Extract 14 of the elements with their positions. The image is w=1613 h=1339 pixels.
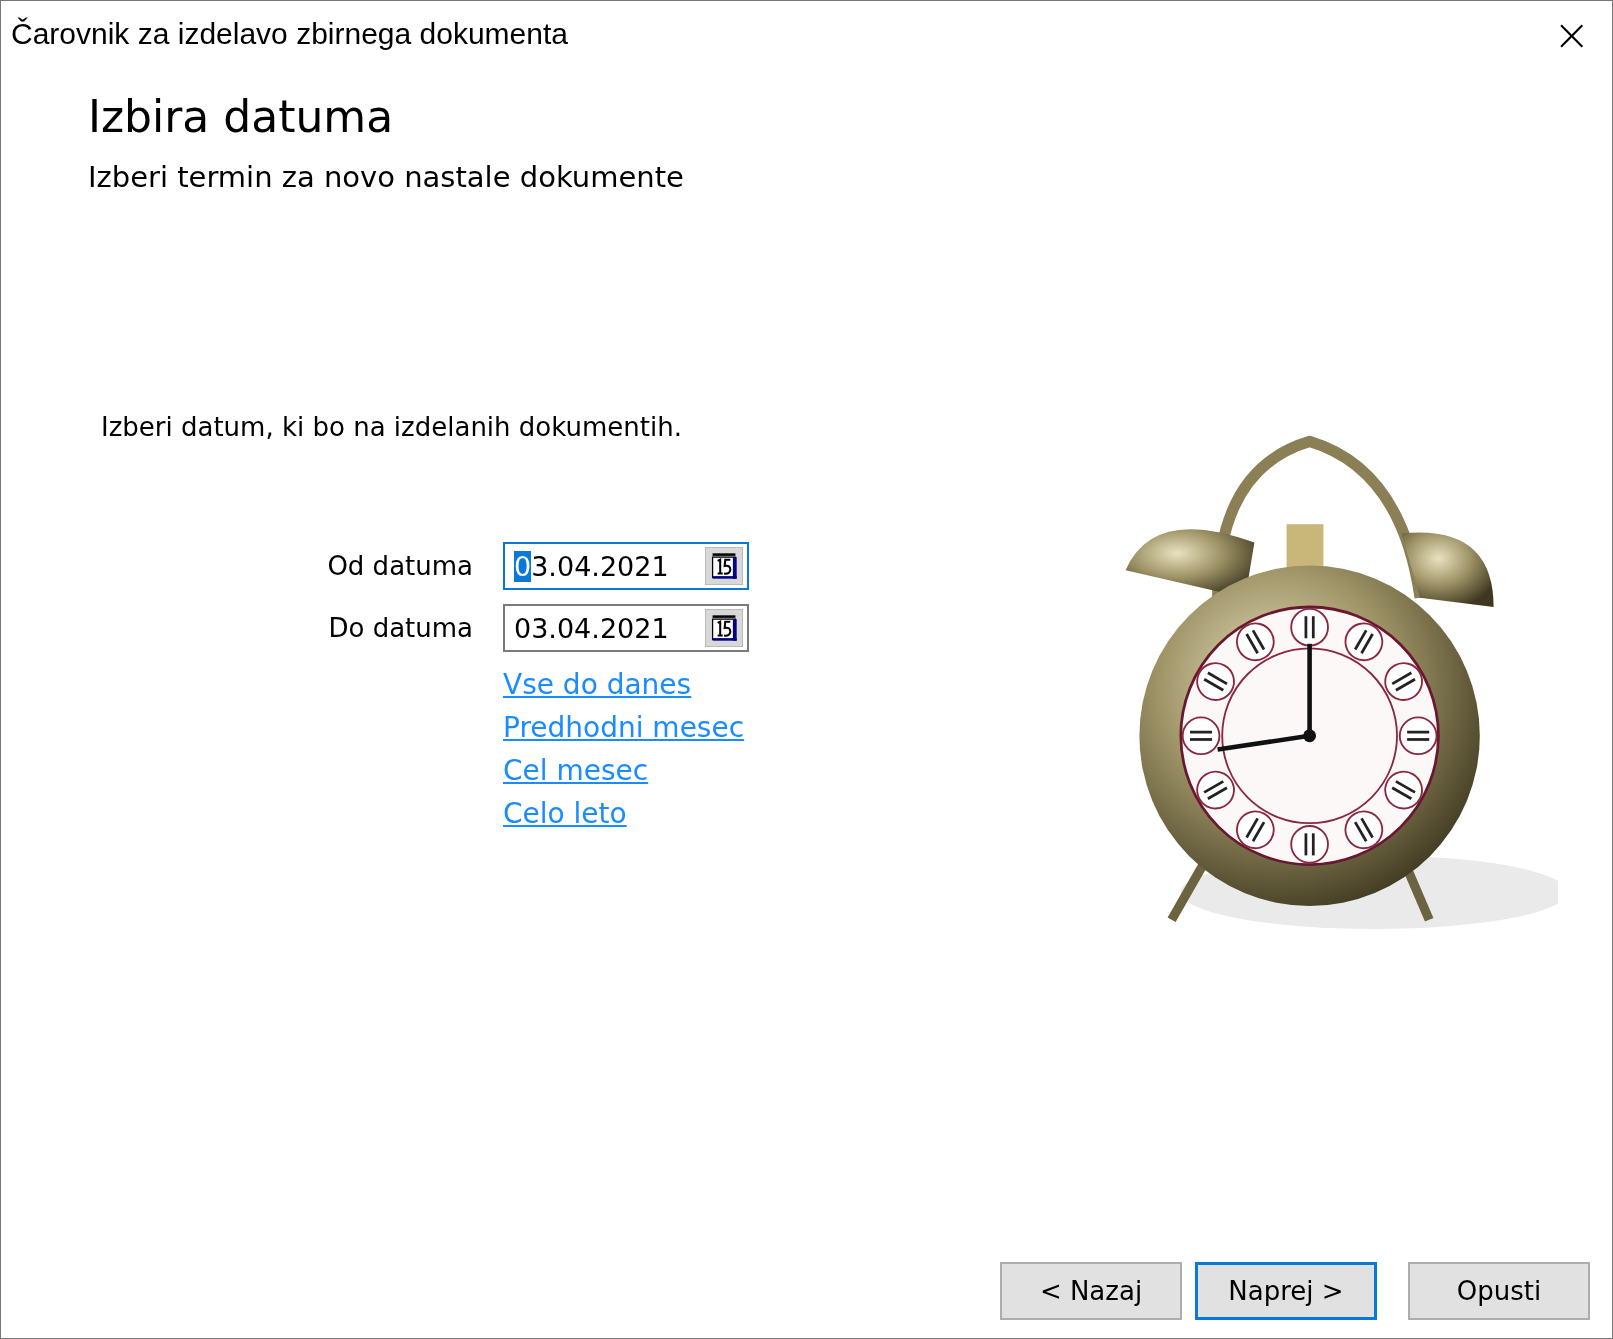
instruction-text: Izberi datum, ki bo na izdelanih dokumentih.: [101, 412, 683, 442]
wizard-button[interactable]: < Nazaj: [1000, 1262, 1182, 1320]
field-label: Do datuma: [327, 613, 474, 643]
calendar-icon[interactable]: [705, 547, 743, 585]
field-label: Od datuma: [326, 551, 474, 581]
page-subtitle: Izberi termin za novo nastale dokumente: [88, 160, 685, 194]
wizard-button[interactable]: Opusti: [1408, 1262, 1590, 1320]
page-heading: Izbira datuma: [88, 91, 395, 142]
date-field[interactable]: 03.04.2021: [503, 604, 749, 652]
window-title: Čarovnik za izdelavo zbirnega dokumenta: [11, 17, 568, 51]
calendar-icon[interactable]: [705, 609, 743, 647]
wizard-button[interactable]: Naprej >: [1195, 1262, 1377, 1320]
date-field[interactable]: 03.04.2021: [503, 542, 749, 590]
close-button[interactable]: ×: [1531, 8, 1612, 60]
